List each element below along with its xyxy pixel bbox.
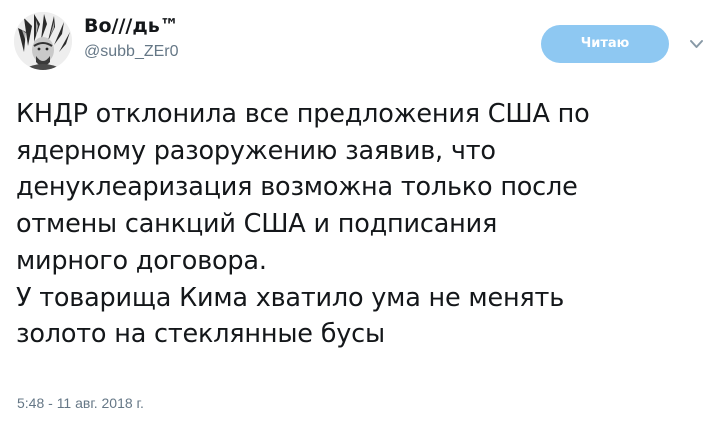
avatar-image	[14, 12, 72, 70]
avatar[interactable]	[14, 12, 72, 70]
tweet-text: КНДР отклонила все предложения США по яд…	[16, 99, 590, 350]
follow-button[interactable]: Читаю	[541, 25, 669, 63]
tweet-card: Bo///дь™ @subb_ZEr0 Читаю КНДР отклонила…	[0, 0, 704, 423]
display-name[interactable]: Bo///дь™	[84, 14, 179, 38]
chevron-down-icon[interactable]	[689, 36, 704, 50]
user-handle[interactable]: @subb_ZEr0	[84, 42, 179, 62]
tweet-timestamp[interactable]: 5:48 - 11 авг. 2018 г.	[17, 394, 144, 412]
